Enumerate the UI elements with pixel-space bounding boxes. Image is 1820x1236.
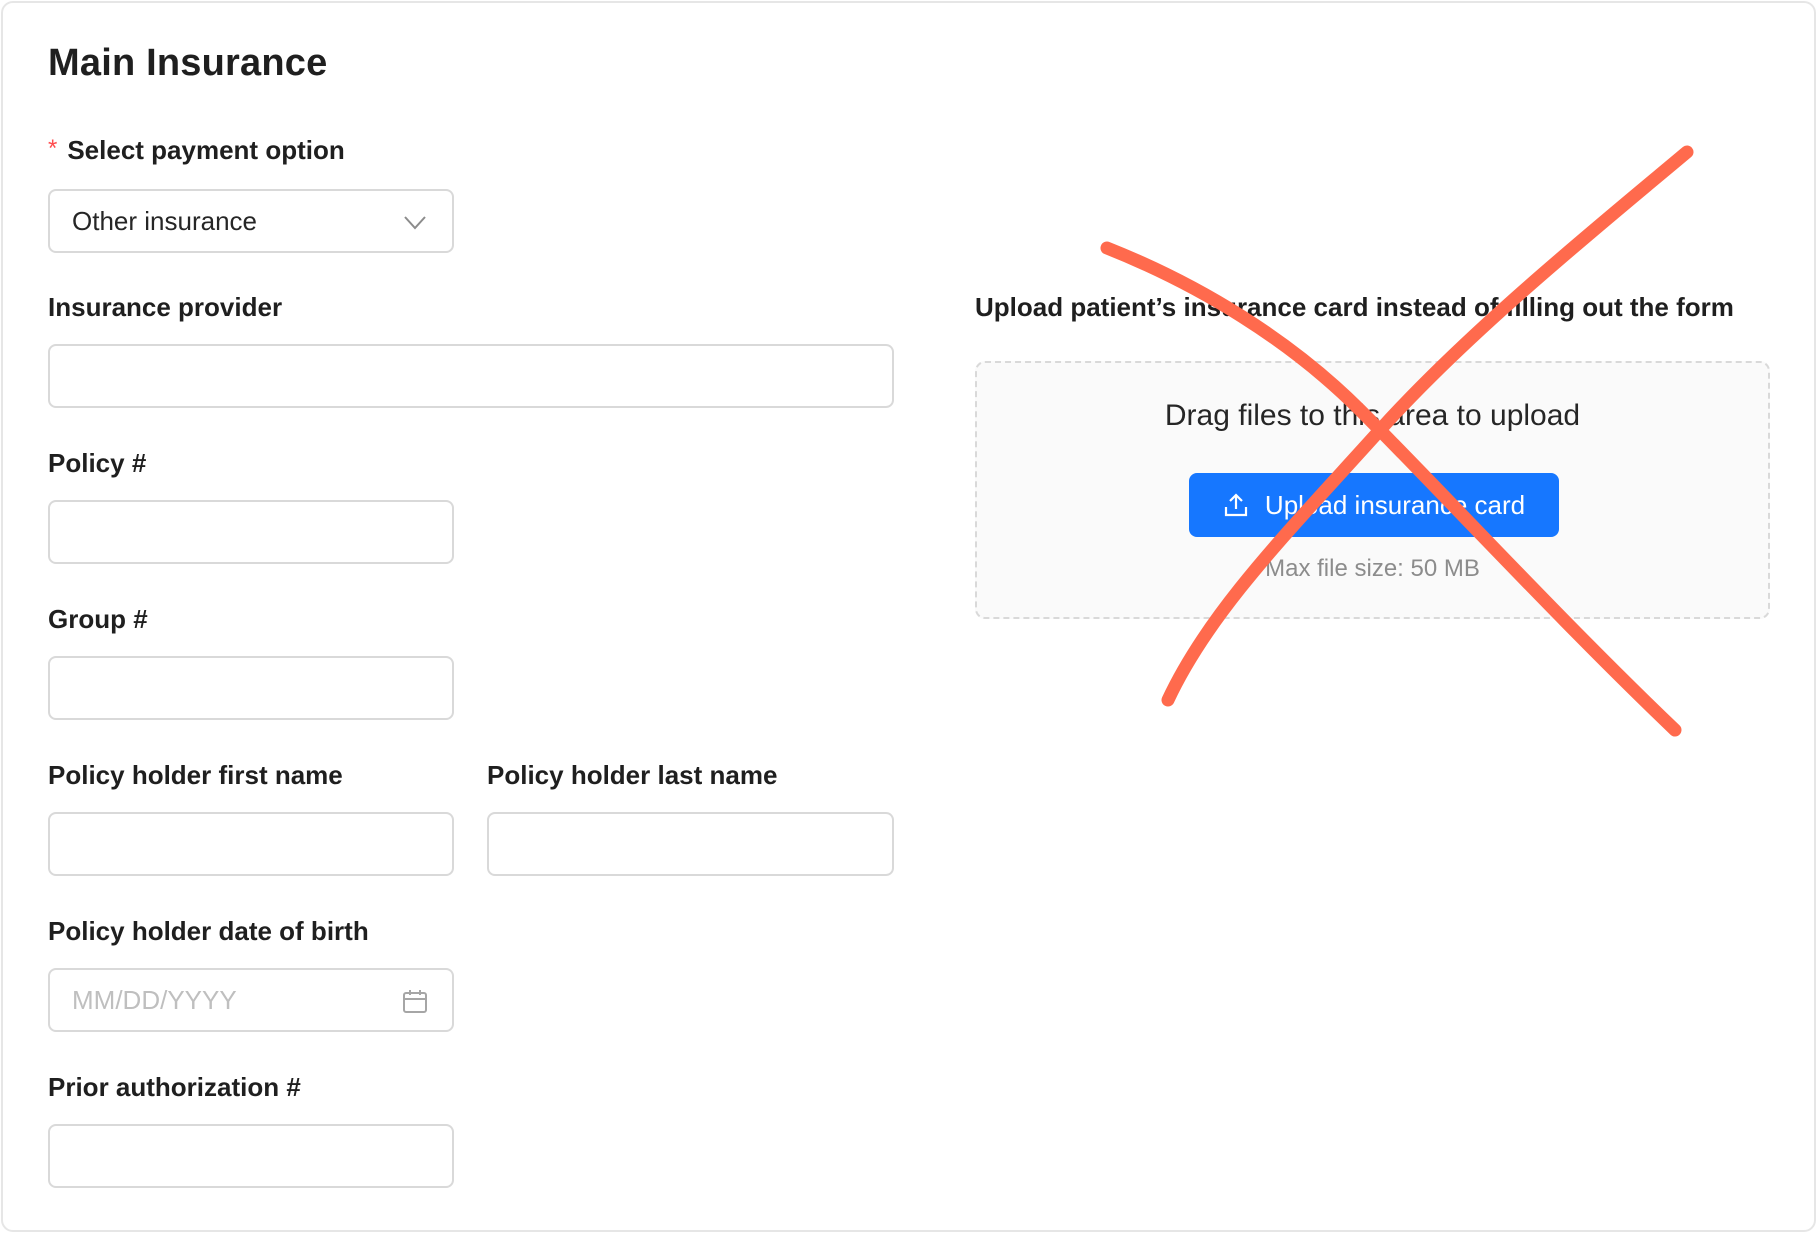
max-file-size-text: Max file size: 50 MB xyxy=(1265,555,1480,582)
holder-dob-input[interactable]: MM/DD/YYYY xyxy=(48,968,454,1032)
holder-last-name-label: Policy holder last name xyxy=(487,760,778,790)
holder-last-name-input[interactable] xyxy=(487,812,894,876)
holder-dob-placeholder: MM/DD/YYYY xyxy=(72,985,237,1015)
upload-icon xyxy=(1224,493,1248,517)
group-number-label: Group # xyxy=(48,604,148,634)
page-title: Main Insurance xyxy=(48,42,328,84)
policy-number-input[interactable] xyxy=(48,500,454,564)
insurance-provider-label: Insurance provider xyxy=(48,292,283,322)
insurance-provider-input[interactable] xyxy=(48,344,894,408)
holder-first-name-label: Policy holder first name xyxy=(48,760,343,790)
prior-auth-input[interactable] xyxy=(48,1124,454,1188)
payment-option-select[interactable]: Other insurance xyxy=(48,189,454,253)
upload-insurance-card-button[interactable]: Upload insurance card xyxy=(1189,473,1559,537)
policy-number-label: Policy # xyxy=(48,448,147,478)
payment-option-label-text: Select payment option xyxy=(67,135,345,165)
drag-files-text: Drag files to this area to upload xyxy=(1164,399,1581,432)
required-marker: * xyxy=(48,135,58,162)
upload-card-label: Upload patient’s insurance card instead … xyxy=(975,292,1734,322)
payment-option-label: * Select payment option xyxy=(48,135,345,166)
payment-option-value: Other insurance xyxy=(72,206,257,236)
upload-button-label: Upload insurance card xyxy=(1264,489,1526,520)
holder-dob-label: Policy holder date of birth xyxy=(48,916,369,946)
prior-auth-label: Prior authorization # xyxy=(48,1072,301,1102)
chevron-down-icon xyxy=(404,216,426,230)
upload-dropzone[interactable]: Drag files to this area to upload Upload… xyxy=(975,361,1770,619)
calendar-icon[interactable] xyxy=(402,988,428,1014)
holder-first-name-input[interactable] xyxy=(48,812,454,876)
group-number-input[interactable] xyxy=(48,656,454,720)
